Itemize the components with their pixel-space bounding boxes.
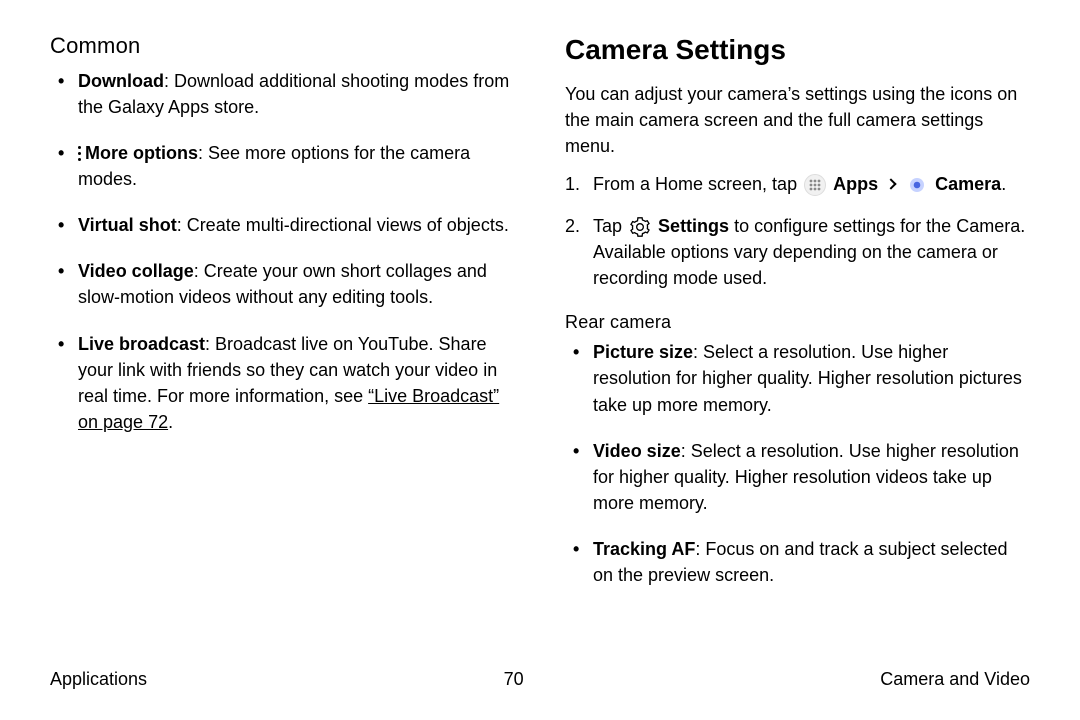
chevron-right-icon xyxy=(885,178,896,189)
content-columns: Common Download: Download additional sho… xyxy=(50,30,1030,608)
step-item: From a Home screen, tap Apps Camera. xyxy=(593,171,1030,197)
item-desc: : Create multi-directional views of obje… xyxy=(177,215,509,235)
footer-page-number: 70 xyxy=(504,666,524,692)
camera-icon xyxy=(906,174,928,196)
rear-list: Picture size: Select a resolution. Use h… xyxy=(565,339,1030,588)
common-list: Download: Download additional shooting m… xyxy=(50,68,515,435)
item-label: Video collage xyxy=(78,261,194,281)
footer-left: Applications xyxy=(50,666,147,692)
camera-settings-heading: Camera Settings xyxy=(565,30,1030,71)
item-label: Picture size xyxy=(593,342,693,362)
list-item: Download: Download additional shooting m… xyxy=(78,68,515,120)
right-column: Camera Settings You can adjust your came… xyxy=(565,30,1030,608)
step-item: Tap Settings to configure settings for t… xyxy=(593,213,1030,291)
settings-label: Settings xyxy=(658,216,729,236)
list-item: Live broadcast: Broadcast live on YouTub… xyxy=(78,331,515,435)
common-heading: Common xyxy=(50,30,515,62)
list-item: Virtual shot: Create multi-directional v… xyxy=(78,212,515,238)
left-column: Common Download: Download additional sho… xyxy=(50,30,515,608)
apps-label: Apps xyxy=(833,174,878,194)
list-item: Video collage: Create your own short col… xyxy=(78,258,515,310)
footer-right: Camera and Video xyxy=(880,666,1030,692)
list-item: Tracking AF: Focus on and track a subjec… xyxy=(593,536,1030,588)
step-text: From a Home screen, tap xyxy=(593,174,802,194)
list-item: Video size: Select a resolution. Use hig… xyxy=(593,438,1030,516)
item-label: Live broadcast xyxy=(78,334,205,354)
gear-icon xyxy=(629,216,651,238)
step-text: Tap xyxy=(593,216,627,236)
item-label: Tracking AF xyxy=(593,539,695,559)
more-options-icon xyxy=(78,146,81,163)
item-label: Video size xyxy=(593,441,681,461)
item-label: Download xyxy=(78,71,164,91)
step-tail: . xyxy=(1001,174,1006,194)
rear-camera-heading: Rear camera xyxy=(565,309,1030,335)
steps-list: From a Home screen, tap Apps Camera. Tap… xyxy=(565,171,1030,291)
item-label: More options xyxy=(85,143,198,163)
list-item: Picture size: Select a resolution. Use h… xyxy=(593,339,1030,417)
apps-icon xyxy=(804,174,826,196)
list-item: More options: See more options for the c… xyxy=(78,140,515,192)
item-label: Virtual shot xyxy=(78,215,177,235)
intro-paragraph: You can adjust your camera’s settings us… xyxy=(565,81,1030,159)
page-footer: Applications 70 Camera and Video xyxy=(50,666,1030,692)
camera-label: Camera xyxy=(935,174,1001,194)
item-tail: . xyxy=(168,412,173,432)
